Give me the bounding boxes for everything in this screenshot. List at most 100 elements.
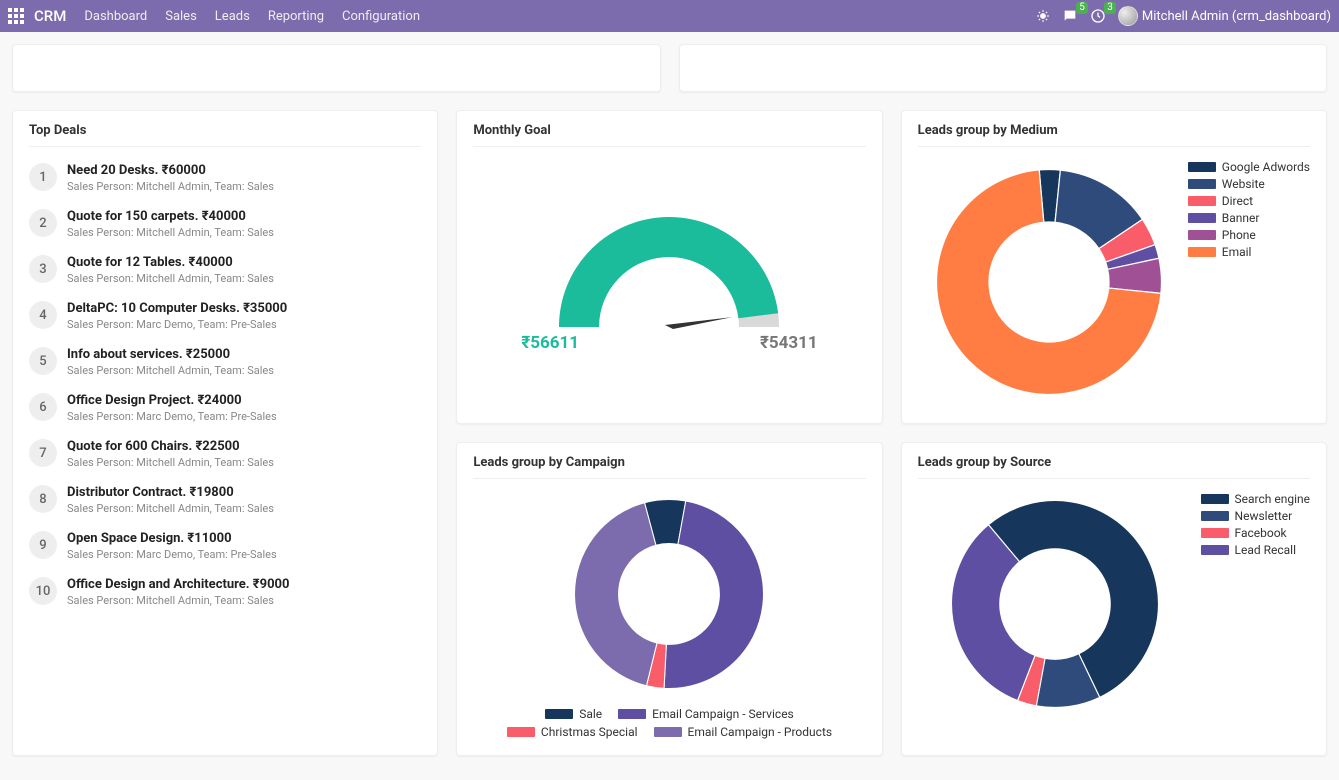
deal-rank: 2 <box>29 209 57 237</box>
legend-swatch <box>1201 528 1229 538</box>
legend-item[interactable]: Christmas Special <box>507 725 638 739</box>
legend-label: Sale <box>579 707 602 721</box>
user-menu[interactable]: Mitchell Admin (crm_dashboard) <box>1118 6 1331 26</box>
legend-item[interactable]: Lead Recall <box>1201 543 1310 557</box>
deal-title: Distributor Contract. ₹19800 <box>67 485 274 500</box>
top-blank-row <box>12 44 1327 92</box>
deal-row[interactable]: 8 Distributor Contract. ₹19800 Sales Perso… <box>29 479 421 525</box>
legend-item[interactable]: Google Adwords <box>1188 160 1310 174</box>
card-title: Monthly Goal <box>473 123 865 147</box>
legend-item[interactable]: Banner <box>1188 211 1310 225</box>
legend-label: Direct <box>1222 194 1253 208</box>
deal-row[interactable]: 7 Quote for 600 Chairs. ₹22500 Sales Perso… <box>29 433 421 479</box>
deal-row[interactable]: 5Info about services. ₹25000Sales Person… <box>29 341 421 387</box>
card-leads-medium: Leads group by Medium Google Adwords Webs… <box>901 110 1327 424</box>
legend-swatch <box>1201 511 1229 521</box>
app-brand[interactable]: CRM <box>34 7 66 25</box>
deal-rank: 7 <box>29 439 57 467</box>
deal-title: DeltaPC: 10 Computer Desks. ₹35000 <box>67 301 287 316</box>
nav-leads[interactable]: Leads <box>215 9 250 24</box>
deal-row[interactable]: 2 Quote for 150 carpets. ₹40000 Sales Pers… <box>29 203 421 249</box>
donut-campaign <box>473 489 865 699</box>
card-title: Leads group by Campaign <box>473 455 865 479</box>
legend-item[interactable]: Search engine <box>1201 492 1310 506</box>
legend-item[interactable]: Email Campaign - Services <box>618 707 794 721</box>
legend-swatch <box>1201 494 1229 504</box>
legend-label: Phone <box>1222 228 1256 242</box>
deal-row[interactable]: 10 Office Design and Architecture. ₹9000 S… <box>29 571 421 617</box>
nav-sales[interactable]: Sales <box>165 9 197 24</box>
legend-swatch <box>1188 179 1216 189</box>
legend-label: Christmas Special <box>541 725 638 739</box>
legend-item[interactable]: Website <box>1188 177 1310 191</box>
legend-label: Google Adwords <box>1222 160 1310 174</box>
activity-badge: 3 <box>1104 2 1116 14</box>
deal-subtitle: Sales Person: Mitchell Admin, Team: Sale… <box>67 180 274 193</box>
deal-row[interactable]: 1Need 20 Desks. ₹60000Sales Person: Mitc… <box>29 157 421 203</box>
gauge-target: ₹54311 <box>760 333 818 353</box>
legend-campaign: Sale Email Campaign - Services Christmas S… <box>473 707 865 739</box>
legend-label: Email <box>1222 245 1252 259</box>
legend-label: Facebook <box>1235 526 1287 540</box>
legend-item[interactable]: Facebook <box>1201 526 1310 540</box>
dashboard-grid: Top Deals 1Need 20 Desks. ₹60000Sales Pe… <box>0 32 1339 780</box>
deal-title: Quote for 12 Tables. ₹40000 <box>67 255 274 270</box>
legend-item[interactable]: Newsletter <box>1201 509 1310 523</box>
deal-rank: 10 <box>29 577 57 605</box>
legend-label: Search engine <box>1235 492 1310 506</box>
deal-row[interactable]: 9Open Space Design. ₹11000Sales Person: … <box>29 525 421 571</box>
legend-label: Website <box>1222 177 1265 191</box>
donut-medium <box>918 157 1180 407</box>
nav-dashboard[interactable]: Dashboard <box>84 9 147 24</box>
deal-rank: 8 <box>29 485 57 513</box>
debug-icon[interactable] <box>1036 9 1050 23</box>
legend-swatch <box>1188 196 1216 206</box>
deal-title: Open Space Design. ₹11000 <box>67 531 277 546</box>
deal-subtitle: Sales Person: Mitchell Admin, Team: Sale… <box>67 594 289 607</box>
deal-subtitle: Sales Person: Mitchell Admin, Team: Sale… <box>67 226 274 239</box>
deal-title: Office Design and Architecture. ₹9000 <box>67 577 289 592</box>
legend-item[interactable]: Phone <box>1188 228 1310 242</box>
card-title: Top Deals <box>29 123 421 147</box>
legend-item[interactable]: Direct <box>1188 194 1310 208</box>
legend-swatch <box>1188 247 1216 257</box>
legend-label: Email Campaign - Products <box>688 725 833 739</box>
deal-row[interactable]: 3 Quote for 12 Tables. ₹40000 Sales Person… <box>29 249 421 295</box>
deal-subtitle: Sales Person: Mitchell Admin, Team: Sale… <box>67 502 274 515</box>
messages-badge: 5 <box>1076 2 1088 14</box>
apps-icon[interactable] <box>8 8 24 24</box>
deal-rank: 3 <box>29 255 57 283</box>
deal-row[interactable]: 6Office Design Project. ₹24000Sales Pers… <box>29 387 421 433</box>
card-title: Leads group by Source <box>918 455 1310 479</box>
deal-title: Quote for 600 Chairs. ₹22500 <box>67 439 274 454</box>
deal-rank: 9 <box>29 531 57 559</box>
nav-configuration[interactable]: Configuration <box>342 9 420 24</box>
legend-swatch <box>1188 162 1216 172</box>
activity-icon[interactable]: 3 <box>1090 8 1106 24</box>
legend-medium: Google Adwords Website Direct Banner Phone Em… <box>1188 157 1310 262</box>
deal-title: Need 20 Desks. ₹60000 <box>67 163 274 178</box>
card-leads-source: Leads group by Source Search engine Newsl… <box>901 442 1327 756</box>
legend-item[interactable]: Email <box>1188 245 1310 259</box>
nav-reporting[interactable]: Reporting <box>268 9 324 24</box>
deal-row[interactable]: 4DeltaPC: 10 Computer Desks. ₹35000Sales… <box>29 295 421 341</box>
chart-row: Google Adwords Website Direct Banner Phone Em… <box>918 157 1310 407</box>
navbar: CRM Dashboard Sales Leads Reporting Conf… <box>0 0 1339 32</box>
legend-swatch <box>1201 545 1229 555</box>
deal-rank: 6 <box>29 393 57 421</box>
messages-icon[interactable]: 5 <box>1062 8 1078 24</box>
blank-card-left <box>12 44 661 92</box>
donut-source <box>918 489 1193 719</box>
deal-title: Quote for 150 carpets. ₹40000 <box>67 209 274 224</box>
deal-subtitle: Sales Person: Mitchell Admin, Team: Sale… <box>67 364 274 377</box>
legend-label: Email Campaign - Services <box>652 707 794 721</box>
card-leads-campaign: Leads group by Campaign Sale Email Campai… <box>456 442 882 756</box>
deal-subtitle: Sales Person: Marc Demo, Team: Pre-Sales <box>67 318 287 331</box>
deal-subtitle: Sales Person: Mitchell Admin, Team: Sale… <box>67 272 274 285</box>
user-label: Mitchell Admin (crm_dashboard) <box>1142 9 1331 24</box>
deal-subtitle: Sales Person: Mitchell Admin, Team: Sale… <box>67 456 274 469</box>
legend-label: Lead Recall <box>1235 543 1297 557</box>
card-title: Leads group by Medium <box>918 123 1310 147</box>
legend-item[interactable]: Email Campaign - Products <box>654 725 833 739</box>
legend-item[interactable]: Sale <box>545 707 602 721</box>
